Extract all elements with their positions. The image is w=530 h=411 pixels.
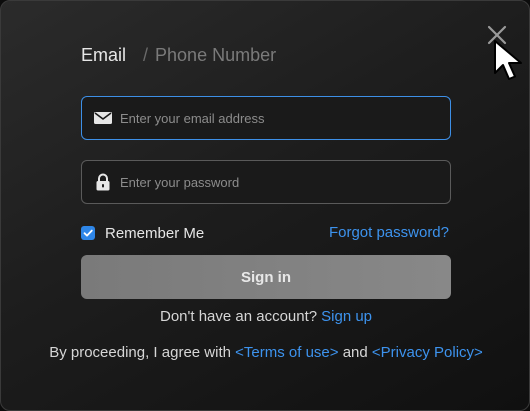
sign-up-link[interactable]: Sign up (321, 308, 372, 325)
close-icon (487, 25, 507, 45)
email-field[interactable] (81, 96, 451, 140)
email-input[interactable] (120, 97, 440, 139)
login-dialog: Email / Phone Number Remember M (0, 0, 530, 411)
checkbox-checked[interactable] (81, 226, 95, 240)
terms-of-use-link[interactable]: <Terms of use> (235, 344, 338, 361)
password-field[interactable] (81, 160, 451, 204)
tab-email[interactable]: Email (81, 45, 126, 66)
forgot-password-link[interactable]: Forgot password? (329, 223, 449, 243)
privacy-policy-link[interactable]: <Privacy Policy> (372, 344, 483, 361)
terms-row: By proceeding, I agree with <Terms of us… (1, 343, 530, 363)
terms-prefix-text: By proceeding, I agree with (49, 344, 231, 361)
signup-prompt-row: Don't have an account? Sign up (1, 307, 530, 327)
close-button[interactable] (485, 23, 509, 47)
checkmark-icon (83, 229, 93, 237)
remember-me-checkbox[interactable]: Remember Me (81, 223, 204, 243)
login-method-tabs: Email / Phone Number (81, 43, 276, 67)
terms-conjunction: and (342, 344, 368, 361)
tab-separator: / (143, 44, 149, 65)
password-input[interactable] (120, 161, 440, 203)
envelope-icon (93, 108, 113, 128)
lock-icon (93, 172, 113, 192)
signup-prompt-text: Don't have an account? (159, 308, 318, 325)
tab-phone-number[interactable]: Phone Number (155, 45, 276, 66)
sign-in-button[interactable]: Sign in (81, 255, 451, 299)
remember-me-label: Remember Me (105, 224, 205, 242)
